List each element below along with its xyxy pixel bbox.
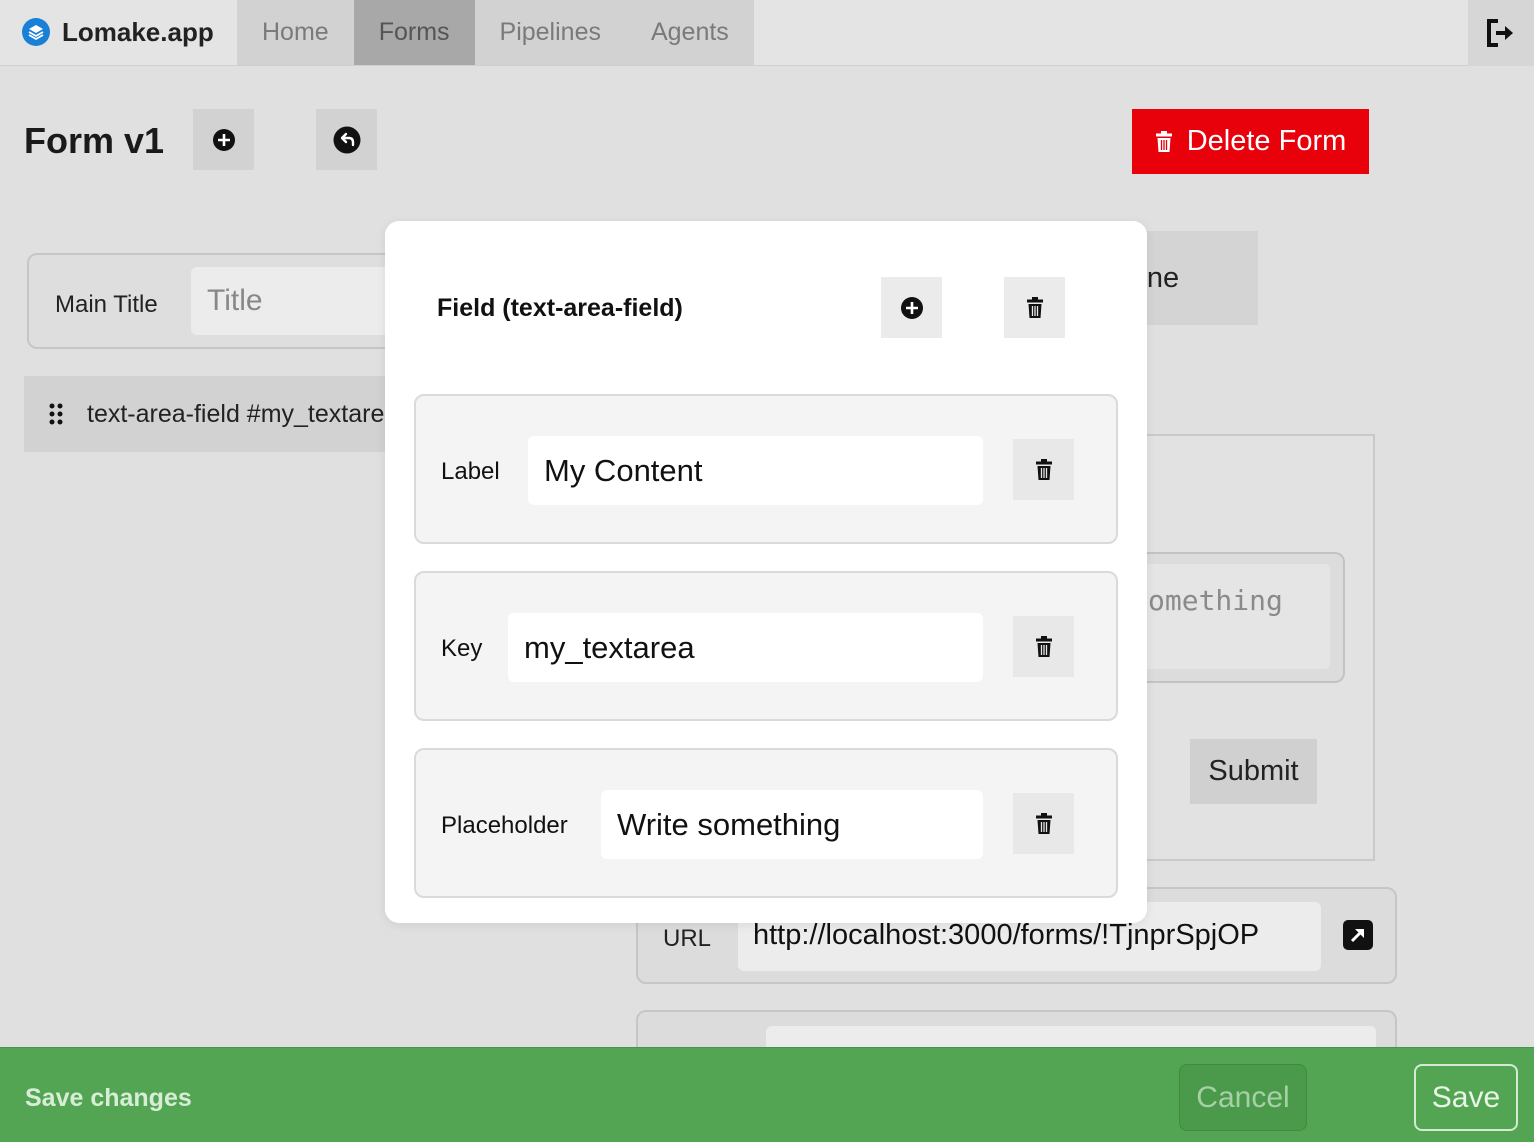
trash-icon [1035, 635, 1052, 657]
nav-tab-forms[interactable]: Forms [353, 0, 475, 65]
cancel-button[interactable]: Cancel [1179, 1064, 1307, 1131]
property-label-input[interactable] [528, 436, 983, 505]
brand[interactable]: Lomake.app [22, 16, 214, 48]
nav-tab-pipelines[interactable]: Pipelines [475, 0, 626, 65]
property-card-label: Label [414, 394, 1118, 544]
url-label: URL [663, 925, 712, 952]
page-title: Form v1 [24, 120, 165, 161]
layers-logo-icon [22, 18, 50, 46]
pipeline-button[interactable]: Pipeline [1130, 231, 1258, 325]
field-edit-modal: Field (text-area-field) Label Key Placeh… [385, 221, 1147, 923]
save-changes-message: Save changes [25, 1084, 192, 1112]
logout-icon [1487, 19, 1513, 47]
save-changes-bar: Save changes Cancel Save [0, 1047, 1534, 1142]
trash-icon [1155, 130, 1172, 152]
property-placeholder-label: Placeholder [441, 812, 568, 839]
modal-title: Field (text-area-field) [437, 294, 683, 322]
main-nav: Home Forms Pipelines Agents [237, 0, 754, 65]
property-label-label: Label [441, 458, 500, 485]
trash-icon [1026, 296, 1043, 318]
trash-icon [1035, 812, 1052, 834]
delete-property-button[interactable] [1013, 439, 1074, 500]
preview-textarea[interactable]: Write something [1130, 564, 1330, 669]
delete-form-label: Delete Form [1186, 125, 1347, 157]
nav-tab-agents[interactable]: Agents [626, 0, 754, 65]
delete-property-button[interactable] [1013, 793, 1074, 854]
plus-circle-icon [900, 296, 923, 319]
property-key-label: Key [441, 635, 483, 662]
field-list-item-label: text-area-field #my_textarea [87, 400, 399, 428]
property-card-placeholder: Placeholder [414, 748, 1118, 898]
logout-button[interactable] [1468, 0, 1534, 66]
delete-form-button[interactable]: Delete Form [1132, 109, 1369, 174]
delete-property-button[interactable] [1013, 616, 1074, 677]
property-key-input[interactable] [508, 613, 983, 682]
property-card-key: Key [414, 571, 1118, 721]
delete-field-button[interactable] [1004, 277, 1065, 338]
plus-circle-icon [212, 128, 235, 151]
main-title-group: Main Title [27, 253, 451, 349]
main-title-label: Main Title [55, 291, 158, 318]
add-property-button[interactable] [881, 277, 942, 338]
save-button[interactable]: Save [1414, 1064, 1518, 1131]
external-link-icon[interactable] [1342, 919, 1374, 951]
add-field-button[interactable] [193, 109, 254, 170]
brand-name: Lomake.app [62, 16, 214, 47]
top-navbar: Lomake.app Home Forms Pipelines Agents [0, 0, 1534, 66]
field-list-item[interactable]: text-area-field #my_textarea [24, 376, 398, 452]
undo-button[interactable] [316, 109, 377, 170]
property-placeholder-input[interactable] [601, 790, 983, 859]
nav-tab-home[interactable]: Home [237, 0, 354, 65]
preview-submit-button[interactable]: Submit [1190, 739, 1317, 804]
trash-icon [1035, 458, 1052, 480]
drag-handle-icon[interactable] [48, 403, 64, 425]
undo-icon [333, 126, 360, 153]
preview-textarea-placeholder: Write something [1130, 584, 1283, 617]
